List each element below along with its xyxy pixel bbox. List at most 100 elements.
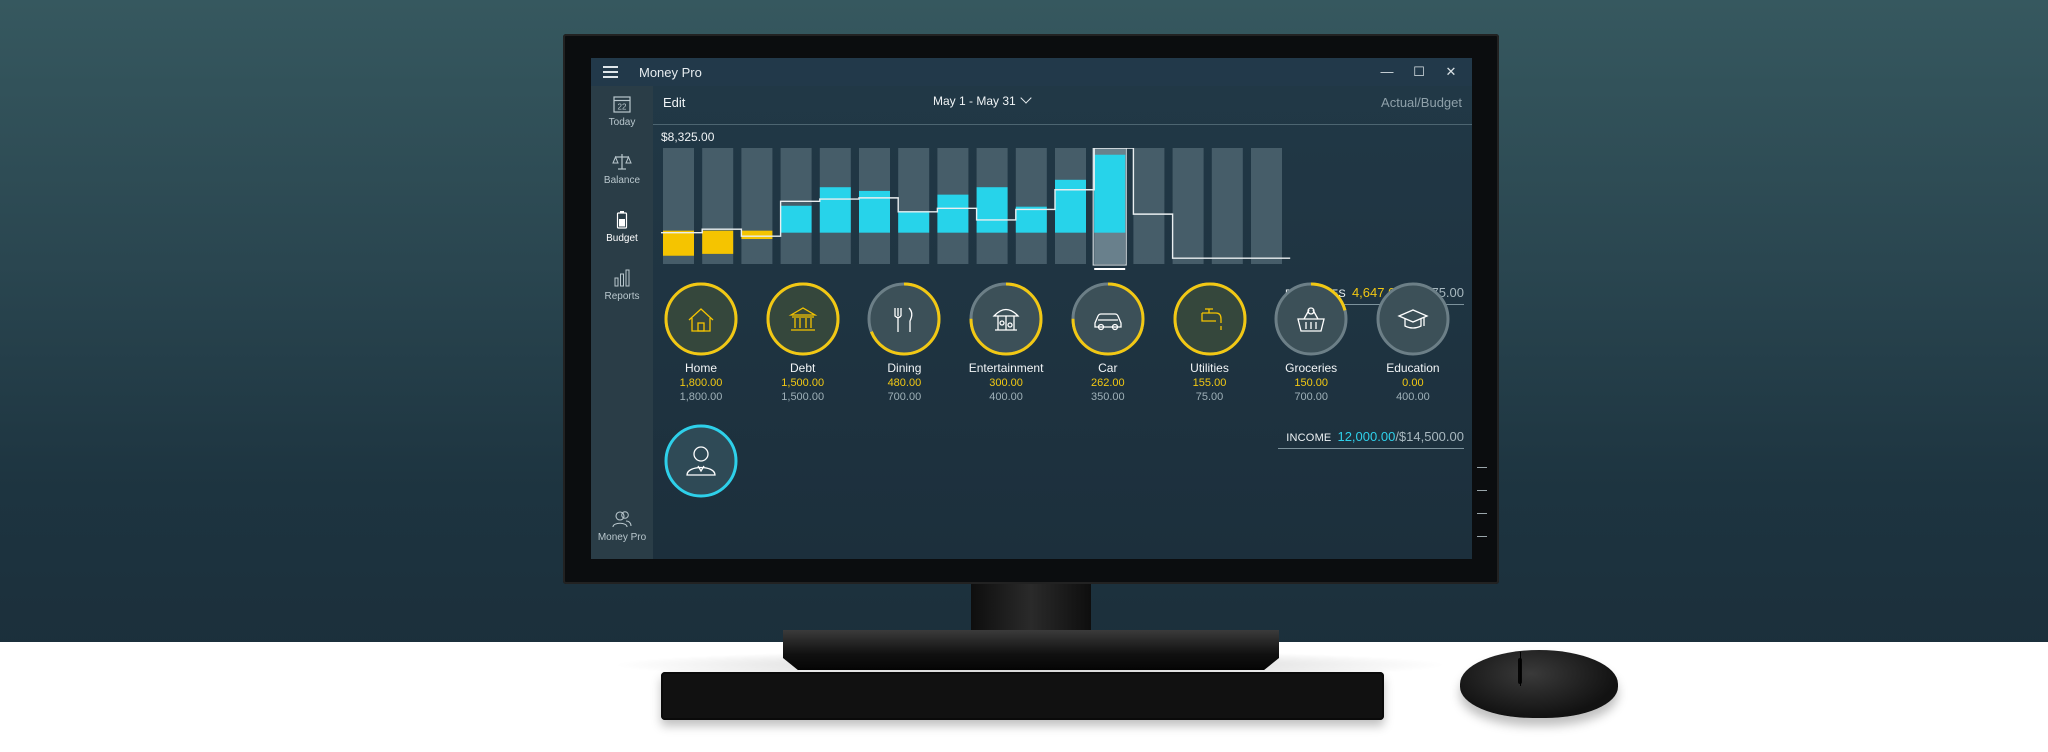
actual-budget-toggle[interactable]: Actual/Budget	[1381, 95, 1462, 110]
calendar-day: 22	[618, 103, 627, 112]
category-ring	[867, 282, 941, 356]
date-range-selector[interactable]: May 1 - May 31	[933, 92, 1032, 108]
date-range-label: May 1 - May 31	[933, 94, 1016, 108]
sidebar: 22 Today Balance Budget Reports Money Pr…	[591, 86, 653, 559]
category-utilities[interactable]: Utilities 155.00 75.00	[1160, 281, 1260, 403]
sidebar-item-budget[interactable]: Budget	[591, 210, 653, 244]
category-spent: 262.00	[1090, 377, 1125, 389]
users-icon	[612, 511, 632, 528]
category-spent: 1,800.00	[679, 377, 723, 389]
sidebar-item-label: Money Pro	[597, 532, 647, 543]
category-budget: 75.00	[1195, 391, 1224, 403]
keyboard	[661, 672, 1384, 720]
scales-icon	[612, 154, 632, 170]
close-button[interactable]: ✕	[1436, 62, 1466, 82]
maximize-button[interactable]: ☐	[1404, 62, 1434, 82]
chart-bar-income	[937, 194, 969, 233]
sidebar-item-label: Balance	[603, 175, 641, 186]
bar-chart-icon	[614, 269, 630, 287]
ring-track	[1376, 282, 1450, 356]
sidebar-item-today[interactable]: 22 Today	[591, 94, 653, 128]
app-window: Money Pro — ☐ ✕ 22 Today Balance Budget …	[591, 58, 1472, 559]
chart-max-label: $8,325.00	[661, 130, 715, 144]
calendar-icon: 22	[613, 96, 631, 113]
minimize-button[interactable]: —	[1372, 62, 1402, 82]
category-spent: 150.00	[1294, 377, 1329, 389]
category-name: Debt	[790, 361, 816, 375]
income-category-salary[interactable]	[651, 423, 751, 499]
chart-bar-track[interactable]	[1172, 148, 1204, 264]
income-ring	[664, 424, 738, 498]
category-home[interactable]: Home 1,800.00 1,800.00	[651, 281, 751, 403]
category-ring	[664, 282, 738, 356]
category-budget: 700.00	[1294, 391, 1329, 403]
chart-bar-track[interactable]	[898, 148, 930, 264]
category-budget: 700.00	[887, 391, 922, 403]
chart-bar-income	[1015, 206, 1047, 233]
category-name: Entertainment	[968, 361, 1044, 375]
hamburger-menu-icon[interactable]	[603, 66, 618, 78]
chart-bar-expense	[741, 230, 773, 240]
category-spent: 155.00	[1192, 377, 1227, 389]
header-divider	[653, 124, 1472, 125]
category-debt[interactable]: Debt 1,500.00 1,500.00	[753, 281, 853, 403]
category-car[interactable]: Car 262.00 350.00	[1058, 281, 1158, 403]
category-name: Education	[1386, 361, 1440, 375]
chart-bar-income	[819, 187, 851, 233]
budget-view: Edit May 1 - May 31 Actual/Budget $8,325…	[653, 86, 1472, 559]
category-budget: 400.00	[1396, 391, 1430, 403]
category-ring	[1376, 282, 1450, 356]
computer-mouse	[1460, 650, 1618, 718]
sidebar-item-account[interactable]: Money Pro	[591, 509, 653, 543]
chart-bar-track[interactable]	[1133, 148, 1165, 264]
category-ring	[969, 282, 1043, 356]
category-spent: 480.00	[887, 377, 922, 389]
category-budget: 1,500.00	[781, 391, 825, 403]
title-bar: Money Pro — ☐ ✕	[591, 58, 1472, 86]
category-ring	[1173, 282, 1246, 356]
income-actual: 12,000.00	[1337, 429, 1396, 444]
chart-bar-track[interactable]	[1211, 148, 1243, 264]
category-ring	[1274, 282, 1348, 356]
chart-bar-income	[976, 187, 1008, 233]
chart-bar-track[interactable]	[1251, 148, 1282, 264]
chart-bar-income	[780, 205, 812, 233]
edit-button[interactable]: Edit	[663, 95, 685, 110]
chart-bar-expense	[702, 230, 734, 254]
sidebar-item-reports[interactable]: Reports	[591, 268, 653, 302]
category-name: Home	[684, 361, 717, 375]
category-name: Car	[1098, 361, 1118, 375]
category-ring	[766, 282, 840, 356]
chart-bar-expense	[663, 230, 694, 256]
category-spent: 1,500.00	[781, 377, 825, 389]
category-budget: 350.00	[1090, 391, 1125, 403]
category-education[interactable]: Education 0.00 400.00	[1363, 281, 1463, 403]
chart-bar-income	[1055, 179, 1086, 233]
category-entertainment[interactable]: Entertainment 300.00 400.00	[956, 281, 1056, 403]
window-title: Money Pro	[639, 65, 702, 80]
chart-bar-track[interactable]	[741, 148, 773, 264]
battery-icon	[616, 211, 628, 229]
chart-bar-income	[1094, 154, 1126, 233]
sidebar-item-label: Reports	[604, 291, 640, 302]
category-name: Groceries	[1285, 361, 1338, 375]
income-divider	[1278, 448, 1464, 449]
chevron-down-icon	[1020, 92, 1032, 104]
category-name: Utilities	[1190, 361, 1229, 375]
category-spent: 300.00	[989, 377, 1023, 389]
chart-bar-track[interactable]	[1015, 148, 1047, 264]
budget-bar-chart	[661, 148, 1291, 270]
category-ring	[1071, 282, 1145, 356]
income-label: INCOME	[1286, 432, 1332, 444]
income-budget: /$14,500.00	[1395, 429, 1464, 444]
sidebar-item-label: Today	[608, 117, 636, 128]
category-budget: 400.00	[989, 391, 1023, 403]
page-indicator	[1477, 467, 1487, 559]
chart-bar-income	[898, 211, 930, 233]
category-groceries[interactable]: Groceries 150.00 700.00	[1261, 281, 1361, 403]
sidebar-item-label: Budget	[606, 233, 638, 244]
sidebar-item-balance[interactable]: Balance	[591, 152, 653, 186]
category-spent: 0.00	[1402, 377, 1424, 389]
category-dining[interactable]: Dining 480.00 700.00	[854, 281, 954, 403]
income-summary[interactable]: INCOME 12,000.00/$14,500.00	[1286, 429, 1464, 444]
